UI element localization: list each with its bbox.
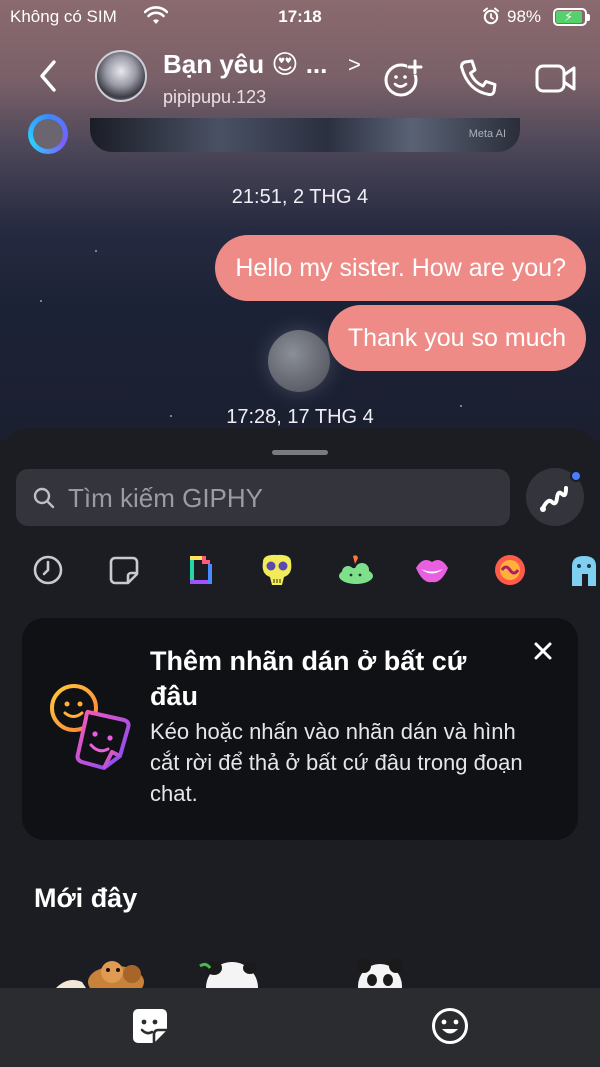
message-timestamp: 21:51, 2 THG 4 [231,186,369,208]
sticker-sheet: Tìm kiếm GIPHY Thêm nhãn dán ở bất cứ đâ… [0,428,600,988]
giphy-search-input[interactable]: Tìm kiếm GIPHY [16,469,510,526]
squirrel-sticker[interactable] [56,958,148,988]
card-title: Thêm nhãn dán ở bất cứ đâu [150,646,467,711]
emoji-tab-icon [432,1008,468,1044]
panda-sticker[interactable] [350,958,410,988]
message-bubble[interactable]: Thank you so much [327,305,586,371]
back-button[interactable] [30,54,70,98]
stickers-illustration-icon [46,682,142,778]
recent-clock-icon[interactable] [30,552,66,588]
add-people-button[interactable] [382,56,426,100]
sticker-tip-card: Thêm nhãn dán ở bất cứ đâu Kéo hoặc nhấn… [22,618,578,840]
lips-sticker-icon[interactable] [413,552,451,588]
search-placeholder: Tìm kiếm GIPHY [68,483,264,513]
battery-icon: ⚡ [553,8,590,26]
search-icon [32,486,56,515]
contact-name[interactable]: Bạn yêu 😍 ... [163,49,327,80]
battery-percent: 98% [507,7,542,26]
recent-section-title: Mới đây [34,883,138,913]
giphy-swirl-button[interactable] [526,468,584,526]
notification-dot [570,470,582,482]
emoji-tab[interactable] [430,1006,470,1046]
message-timestamp: 17:28, 17 THG 4 [226,406,374,428]
sticker-icon[interactable] [106,552,142,588]
giphy-logo-icon[interactable] [183,552,219,588]
moon-image [268,330,330,392]
swirl-sticker-icon[interactable] [491,552,529,588]
add-people-icon [384,59,423,97]
skull-sticker-icon[interactable] [258,552,294,588]
preview-label: Meta AI [468,128,506,140]
panda-sticker[interactable] [196,958,266,988]
status-bar: Không có SIM 17:18 98% ⚡ [0,0,600,34]
sticker-category-row [0,546,600,596]
phone-icon [460,59,497,97]
meta-ai-avatar[interactable] [28,114,68,154]
message-bubble[interactable]: Hello my sister. How are you? [215,235,586,301]
previous-image-message[interactable]: Meta AI [90,118,520,152]
video-camera-icon [535,64,576,93]
cloud-sticker-icon[interactable] [336,552,376,588]
contact-avatar[interactable] [95,50,147,102]
back-chevron-icon [40,60,56,92]
close-icon [534,642,552,660]
sheet-grabber[interactable] [272,450,328,455]
contact-username: pipipupu.123 [163,87,267,107]
video-call-button[interactable] [532,56,580,100]
sticker-tab-icon [133,1009,167,1043]
alarm-icon [482,7,500,30]
card-description: Kéo hoặc nhấn vào nhãn dán và hình cắt r… [150,719,523,806]
call-button[interactable] [456,56,500,100]
chevron-right-icon[interactable]: > [348,52,361,78]
sticker-tab-bar [0,988,600,1067]
chat-header: Bạn yêu 😍 ... > pipipupu.123 [0,36,600,118]
character-sticker-icon[interactable] [566,552,600,588]
sticker-tab[interactable] [130,1006,170,1046]
close-button[interactable] [526,634,560,668]
